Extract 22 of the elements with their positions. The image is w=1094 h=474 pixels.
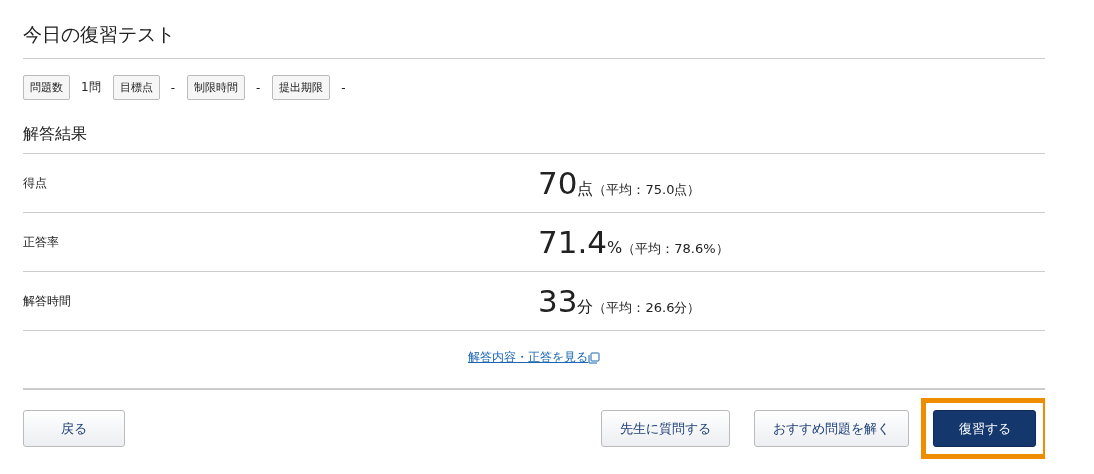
page-title: 今日の復習テスト — [23, 0, 1045, 59]
result-value: 33分（平均：26.6分） — [538, 283, 702, 319]
info-value: 1問 — [81, 79, 101, 96]
review-button[interactable]: 復習する — [933, 410, 1036, 447]
result-label: 得点 — [23, 175, 48, 192]
answers-link[interactable]: 解答内容・正答を見る — [468, 349, 588, 366]
info-value: - — [341, 80, 346, 95]
result-label: 正答率 — [23, 234, 60, 251]
new-window-icon — [588, 351, 600, 364]
info-value: - — [256, 80, 261, 95]
info-label: 目標点 — [112, 75, 160, 100]
result-value: 70点（平均：75.0点） — [538, 165, 702, 201]
info-label: 制限時間 — [187, 75, 245, 100]
info-label: 提出期限 — [272, 75, 331, 100]
action-button[interactable]: 先生に質問する — [601, 410, 730, 447]
info-value: - — [170, 80, 175, 95]
back-button[interactable]: 戻る — [23, 410, 125, 447]
action-button[interactable]: おすすめ問題を解く — [754, 410, 909, 447]
info-label: 問題数 — [23, 75, 70, 100]
result-value: 71.4%（平均：78.6%） — [538, 224, 730, 260]
section-heading: 解答結果 — [23, 124, 1045, 154]
result-label: 解答時間 — [23, 293, 72, 310]
